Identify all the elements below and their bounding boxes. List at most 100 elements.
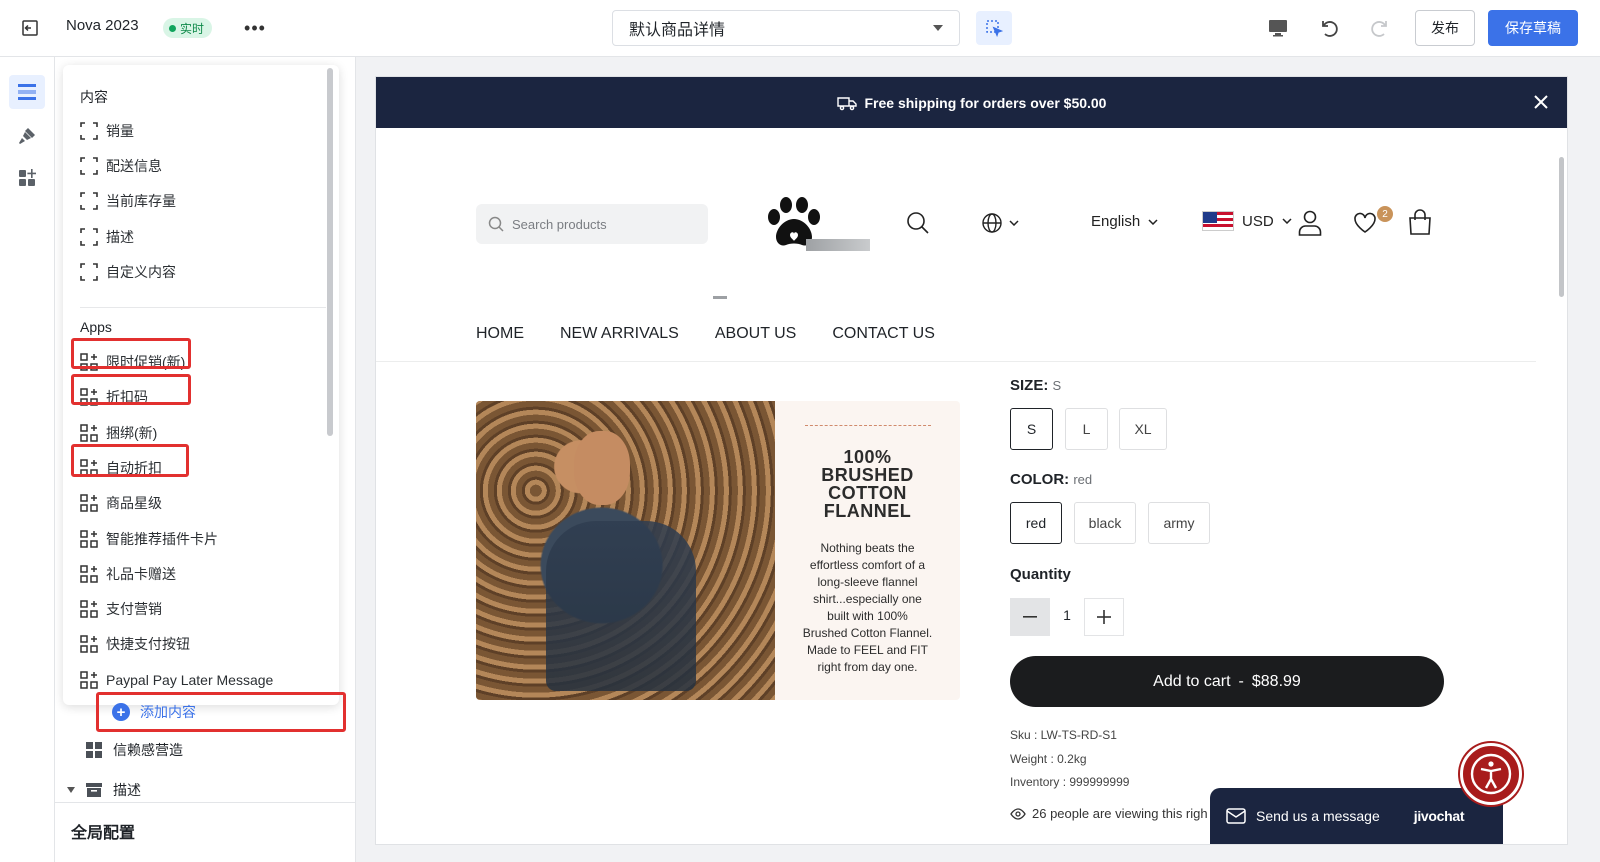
rail-sections-button[interactable] [9, 75, 45, 109]
currency-selector[interactable]: USD [1202, 211, 1292, 231]
app-item-label: 商品星级 [106, 495, 162, 511]
wishlist-button[interactable] [1351, 210, 1379, 236]
accessibility-button[interactable] [1460, 743, 1522, 805]
color-swatch-army[interactable]: army [1148, 502, 1210, 544]
add-to-cart-button[interactable]: Add to cart - $88.99 [1010, 656, 1444, 707]
apps-section-title: Apps [80, 319, 112, 335]
redo-button[interactable] [1364, 13, 1396, 43]
global-config-button[interactable]: 全局配置 [55, 802, 355, 862]
color-swatch-black[interactable]: black [1074, 502, 1136, 544]
color-swatch-red[interactable]: red [1010, 502, 1062, 544]
block-item-shipping[interactable]: 配送信息 [80, 154, 162, 178]
viewing-counter: 26 people are viewing this righ [1010, 806, 1208, 821]
publish-button[interactable]: 发布 [1415, 10, 1475, 46]
apps-grid-icon [19, 169, 36, 186]
heart-icon [1354, 212, 1376, 233]
app-item-payment-marketing[interactable]: 支付营销 [80, 597, 162, 621]
store-preview: Free shipping for orders over $50.00 Sea… [376, 77, 1567, 844]
paint-brush-icon [19, 128, 35, 144]
size-swatch-l[interactable]: L [1065, 408, 1108, 450]
size-swatch-s[interactable]: S [1010, 408, 1053, 450]
nav-new-arrivals[interactable]: NEW ARRIVALS [560, 325, 679, 343]
store-search-input[interactable]: Search products [476, 204, 708, 244]
store-logo[interactable] [762, 195, 874, 259]
editor-sidebar: 内容 销量 配送信息 当前库存量 描述 自定义内容 Apps 限时促销(新) 折… [55, 57, 356, 862]
block-item-inventory[interactable]: 当前库存量 [80, 189, 176, 213]
quantity-input[interactable]: 1 [1056, 607, 1078, 623]
product-image[interactable]: 100% BRUSHED COTTON FLANNEL Nothing beat… [476, 401, 960, 700]
tree-item-description[interactable]: 描述 [67, 780, 141, 800]
region-selector[interactable] [978, 211, 1022, 235]
block-item-sales[interactable]: 销量 [80, 119, 134, 143]
user-icon [1298, 210, 1322, 236]
caret-down-icon [67, 787, 75, 793]
promo-heading-line: COTTON [828, 483, 907, 503]
nav-about-us[interactable]: ABOUT US [715, 325, 797, 343]
popover-scrollbar[interactable] [327, 68, 333, 436]
wishlist-count-badge: 2 [1377, 206, 1393, 222]
live-chat-widget[interactable]: Send us a message jivochat [1210, 788, 1503, 844]
rail-theme-style-button[interactable] [9, 119, 45, 153]
app-item-smart-recommend[interactable]: 智能推荐插件卡片 [80, 527, 218, 551]
highlight-box [71, 374, 191, 405]
chat-label: Send us a message [1256, 808, 1380, 824]
language-value: English [1091, 213, 1141, 230]
quantity-label: Quantity [1010, 566, 1071, 583]
viewing-text: 26 people are viewing this righ [1032, 806, 1208, 821]
add-block-popover: 内容 销量 配送信息 当前库存量 描述 自定义内容 Apps 限时促销(新) 折… [63, 65, 339, 705]
nav-home[interactable]: HOME [476, 325, 524, 343]
quantity-decrease-button[interactable] [1010, 598, 1050, 636]
preview-scrollbar[interactable] [1559, 157, 1564, 297]
accessibility-icon [1470, 753, 1512, 795]
globe-icon [982, 213, 1002, 233]
size-swatch-xl[interactable]: XL [1119, 408, 1167, 450]
page-template-select[interactable]: 默认商品详情 [612, 10, 960, 46]
quantity-increase-button[interactable] [1084, 598, 1124, 636]
search-placeholder: Search products [512, 216, 607, 232]
product-price: $88.99 [1251, 672, 1301, 690]
size-label: SIZE: [1010, 377, 1049, 394]
app-item-label: 捆绑(新) [106, 425, 158, 441]
app-block-icon [80, 635, 98, 653]
rail-apps-button[interactable] [9, 161, 45, 195]
store-name: Nova 2023 [66, 17, 139, 34]
chat-brand: jivochat [1413, 808, 1465, 824]
block-item-description[interactable]: 描述 [80, 225, 134, 249]
sections-icon [18, 84, 36, 100]
price-separator: - [1238, 672, 1244, 690]
tree-item-trust-building[interactable]: 信赖感营造 [85, 740, 183, 760]
highlight-box [96, 692, 346, 732]
promo-text-line: long-sleeve flannel [817, 575, 918, 589]
account-button[interactable] [1296, 209, 1324, 237]
add-to-cart-label: Add to cart [1153, 672, 1231, 690]
promo-heading-line: BRUSHED [821, 465, 914, 485]
undo-button[interactable] [1313, 13, 1345, 43]
save-draft-button[interactable]: 保存草稿 [1488, 10, 1578, 46]
search-icon [907, 212, 929, 234]
cursor-select-icon [986, 20, 1003, 37]
element-select-button[interactable] [976, 11, 1012, 45]
section-divider [80, 307, 326, 308]
grid-blocks-icon [86, 742, 102, 758]
block-item-custom-content[interactable]: 自定义内容 [80, 260, 176, 284]
exit-editor-button[interactable] [14, 14, 46, 42]
app-item-label: 礼品卡赠送 [106, 566, 176, 582]
announcement-close-button[interactable] [1529, 90, 1553, 114]
app-item-express-pay[interactable]: 快捷支付按钮 [80, 632, 190, 656]
app-block-icon [80, 424, 98, 442]
cart-button[interactable] [1406, 208, 1434, 236]
desktop-view-button[interactable] [1262, 13, 1294, 43]
app-item-gift-card[interactable]: 礼品卡赠送 [80, 562, 176, 586]
language-selector[interactable]: English [1091, 213, 1158, 230]
app-item-paypal-pay-later[interactable]: Paypal Pay Later Message [80, 668, 273, 692]
promo-heading: 100% BRUSHED COTTON FLANNEL [789, 448, 946, 520]
more-options-button[interactable]: ••• [240, 14, 270, 42]
live-status-badge: 实时 [163, 18, 213, 38]
live-label: 实时 [180, 21, 205, 36]
app-item-label: 智能推荐插件卡片 [106, 531, 218, 547]
app-item-product-rating[interactable]: 商品星级 [80, 491, 162, 515]
header-search-button[interactable] [905, 210, 931, 236]
app-item-bundle[interactable]: 捆绑(新) [80, 421, 157, 445]
search-icon [488, 216, 504, 232]
nav-contact-us[interactable]: CONTACT US [832, 325, 935, 343]
